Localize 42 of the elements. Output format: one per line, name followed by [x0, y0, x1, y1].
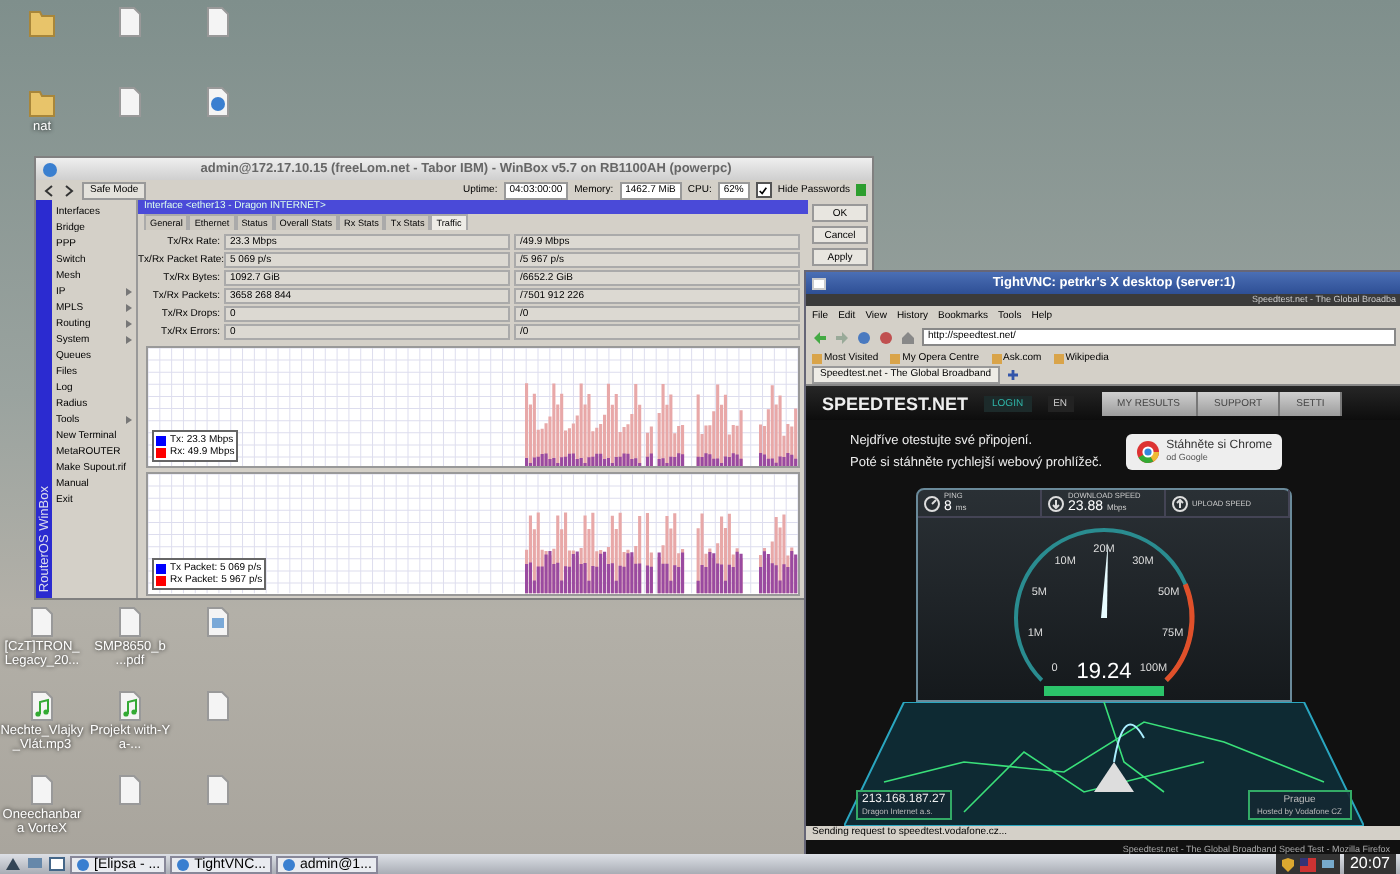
window-icon[interactable] — [48, 856, 66, 872]
app-icon — [282, 857, 296, 871]
document-icon[interactable] — [28, 606, 56, 638]
start-icon[interactable] — [4, 856, 22, 872]
document-icon[interactable] — [204, 6, 232, 38]
web-file-icon[interactable] — [204, 86, 232, 118]
folder-icon[interactable] — [28, 6, 56, 38]
chrome-logo-icon — [1136, 439, 1161, 464]
site-logo[interactable]: SPEEDTEST.NET — [822, 393, 969, 414]
document-icon[interactable] — [116, 86, 144, 118]
app-icon — [76, 857, 90, 871]
music-file-icon[interactable] — [116, 690, 144, 722]
window-icon — [812, 277, 826, 289]
chevron-icon — [126, 416, 132, 424]
status-indicator — [856, 184, 866, 196]
stop-icon[interactable] — [878, 329, 894, 345]
folder-icon[interactable] — [28, 86, 56, 118]
plus-icon[interactable] — [1005, 368, 1020, 382]
document-icon[interactable] — [116, 774, 144, 806]
speed-reading: 19.24 — [1076, 660, 1132, 684]
bookmark-icon — [1053, 353, 1064, 363]
document-icon[interactable] — [28, 774, 56, 806]
network-icon[interactable] — [1319, 857, 1336, 871]
clock: 20:07 — [1343, 854, 1396, 874]
app-icon — [42, 161, 58, 177]
reload-icon[interactable] — [856, 329, 872, 345]
flag-icon[interactable] — [1299, 857, 1316, 871]
music-file-icon[interactable] — [28, 690, 56, 722]
home-icon[interactable] — [900, 329, 916, 345]
hide-passwords-checkbox[interactable] — [755, 182, 772, 198]
document-icon[interactable] — [116, 606, 144, 638]
app-icon — [176, 857, 191, 871]
document-icon[interactable] — [204, 690, 232, 722]
document-icon[interactable] — [116, 6, 144, 38]
bookmark-icon — [812, 353, 822, 363]
up-arrow-icon — [1172, 495, 1188, 511]
gauge-icon — [924, 495, 940, 511]
down-arrow-icon — [1048, 495, 1064, 511]
bookmark-icon — [890, 353, 901, 363]
bookmark-icon — [991, 353, 1002, 363]
image-file-icon[interactable] — [204, 606, 232, 638]
document-icon[interactable] — [204, 774, 232, 806]
